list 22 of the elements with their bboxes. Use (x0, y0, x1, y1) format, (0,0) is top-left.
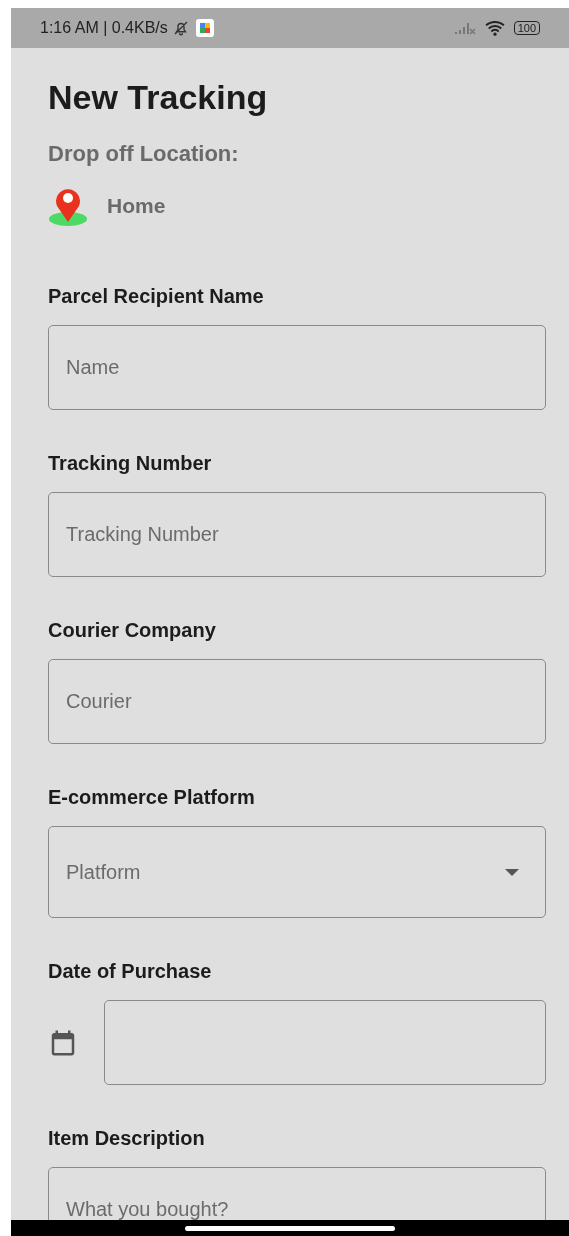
field-label: E-commerce Platform (48, 785, 256, 809)
page-title: New Tracking (48, 77, 269, 117)
dropdown-placeholder: Platform (66, 860, 141, 885)
text-field[interactable]: Name (48, 325, 546, 410)
dropdown-field[interactable]: Platform (48, 826, 546, 918)
app-notification-icon (195, 19, 214, 37)
status-time: 1:16 AM | 0.4KB/s (40, 18, 168, 38)
field-label: Date of Purchase (48, 959, 213, 983)
field-label: Item Description (48, 1126, 206, 1150)
text-field[interactable]: Courier (48, 659, 546, 744)
signal-icon (453, 21, 476, 35)
dropdown-caret-icon (505, 868, 519, 876)
date-field[interactable] (104, 1000, 546, 1085)
home-indicator[interactable] (185, 1225, 395, 1231)
battery-indicator: 100 (513, 21, 540, 35)
text-field[interactable]: Tracking Number (48, 492, 546, 577)
location-name: Home (107, 192, 166, 219)
field-label: Parcel Recipient Name (48, 284, 265, 308)
wifi-icon (483, 20, 506, 36)
field-label: Tracking Number (48, 451, 213, 475)
field-label: Courier Company (48, 618, 217, 642)
drop-off-label: Drop off Location: (48, 141, 240, 167)
